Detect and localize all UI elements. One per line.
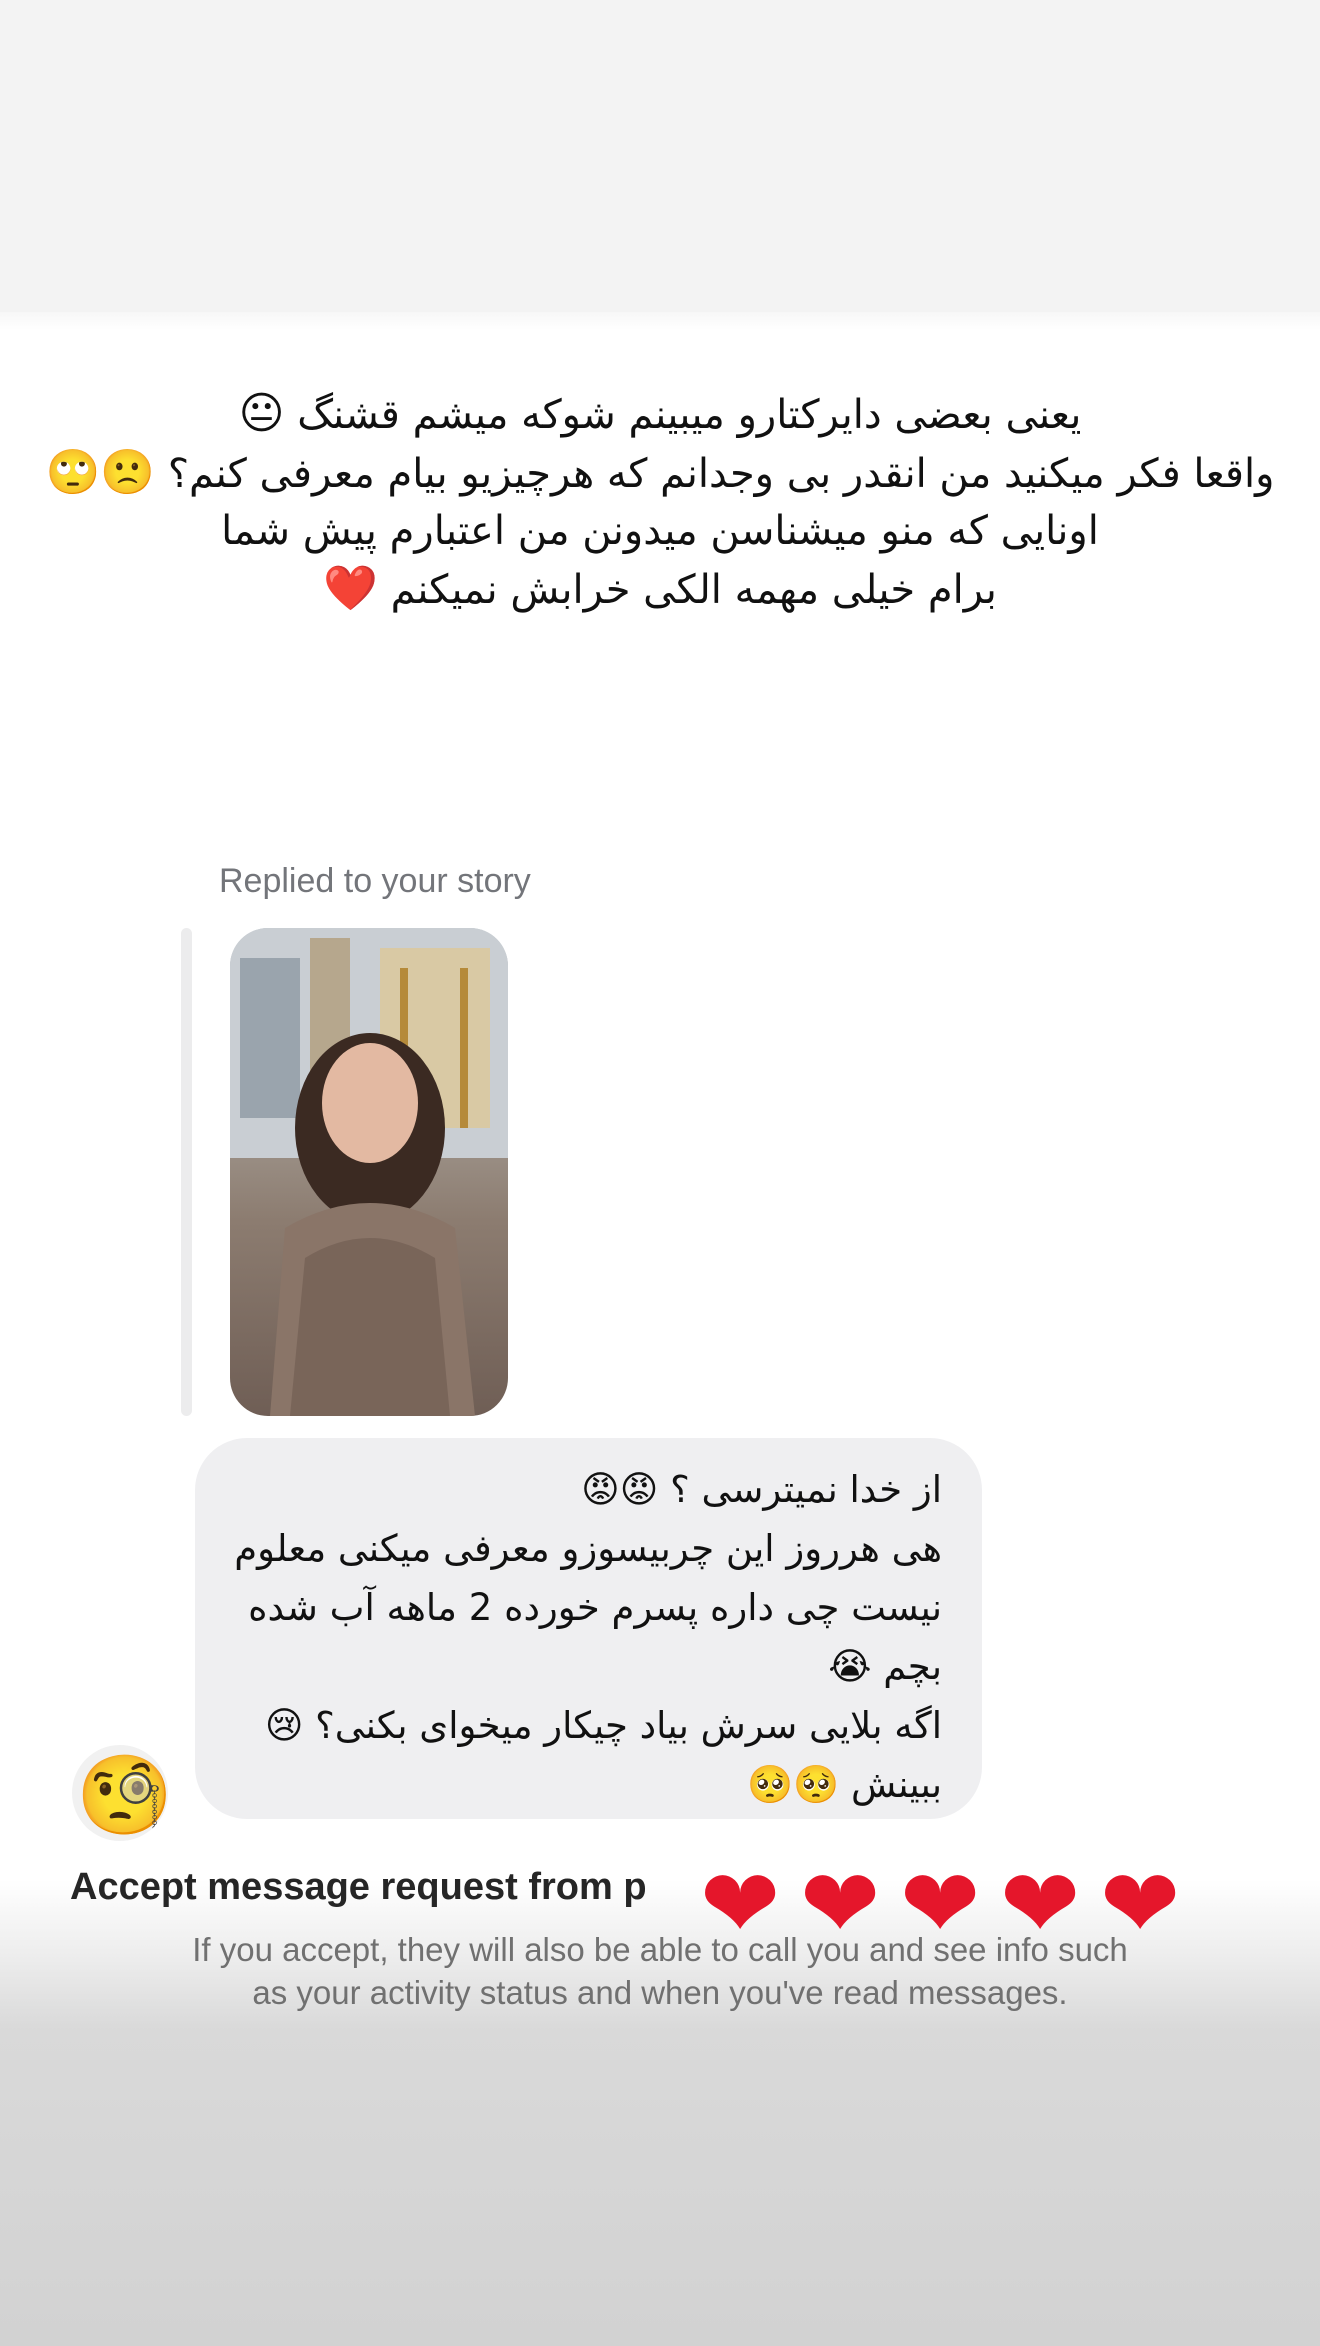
story-thumbnail[interactable] xyxy=(230,928,508,1416)
sender-avatar[interactable]: 🧐 xyxy=(72,1745,168,1841)
message-line-6: ببینش 🥺🥺 xyxy=(747,1763,942,1806)
replied-to-story-label: Replied to your story xyxy=(219,862,531,900)
reply-quote-bar xyxy=(181,928,192,1416)
accept-request-title: Accept message request from p xyxy=(70,1866,647,1908)
message-text: از خدا نمیترسی ؟ 😡😡 هی هرروز این چربیسوز… xyxy=(222,1460,942,1814)
crying-face-emoji-icon: 😭 xyxy=(828,1645,872,1688)
heart-sticker-icon: ❤ xyxy=(800,1848,881,1960)
heart-sticker-icon: ❤ xyxy=(900,1848,981,1960)
heart-sticker-icon: ❤ xyxy=(1100,1848,1181,1960)
caption-line-2: واقعا فکر میکنید من انقدر بی وجدانم که ه… xyxy=(45,447,1275,498)
request-body-line-2: as your activity status and when you've … xyxy=(252,1974,1068,2011)
message-line-4: بچم 😭 xyxy=(828,1645,942,1688)
caption-line-3: اونایی که منو میشناسن میدونن من اعتبارم … xyxy=(221,508,1099,554)
message-line-5: اگه بلایی سرش بیاد چیکار میخوای بکنی؟ 😢 xyxy=(264,1704,942,1747)
heart-sticker-icon: ❤ xyxy=(1000,1848,1081,1960)
sad-tear-emoji-icon: 😢 xyxy=(264,1704,304,1747)
message-line-1: از خدا نمیترسی ؟ 😡😡 xyxy=(581,1468,942,1511)
heart-sticker-icon: ❤ xyxy=(700,1848,781,1960)
monocle-face-icon: 🧐 xyxy=(76,1751,168,1841)
pleading-face-emoji-icon: 🥺🥺 xyxy=(747,1763,840,1806)
caption-line-4: برام خیلی مهمه الکی خرابش نمیکنم ❤️ xyxy=(323,563,997,614)
story-thumbnail-image xyxy=(230,928,508,1416)
story-top-area xyxy=(0,0,1320,312)
message-line-2: هی هرروز این چربیسوزو معرفی میکنی معلوم xyxy=(234,1527,942,1570)
angry-face-emoji-icon: 😡😡 xyxy=(581,1468,659,1511)
red-heart-emoji-icon: ❤️ xyxy=(323,563,378,614)
frown-eyeroll-emoji-icon: 🙁🙄 xyxy=(45,447,156,498)
message-line-3: نیست چی داره پسرم خورده 2 ماهه آب شده xyxy=(248,1586,942,1629)
caption-line-1: یعنی بعضی دایرکتارو میبینم شوکه میشم قشن… xyxy=(238,388,1082,439)
heart-stickers: ❤ ❤ ❤ ❤ ❤ xyxy=(700,1856,1220,1956)
neutral-face-emoji-icon: 😐 xyxy=(238,388,285,439)
story-caption: یعنی بعضی دایرکتارو میبینم شوکه میشم قشن… xyxy=(30,385,1290,619)
